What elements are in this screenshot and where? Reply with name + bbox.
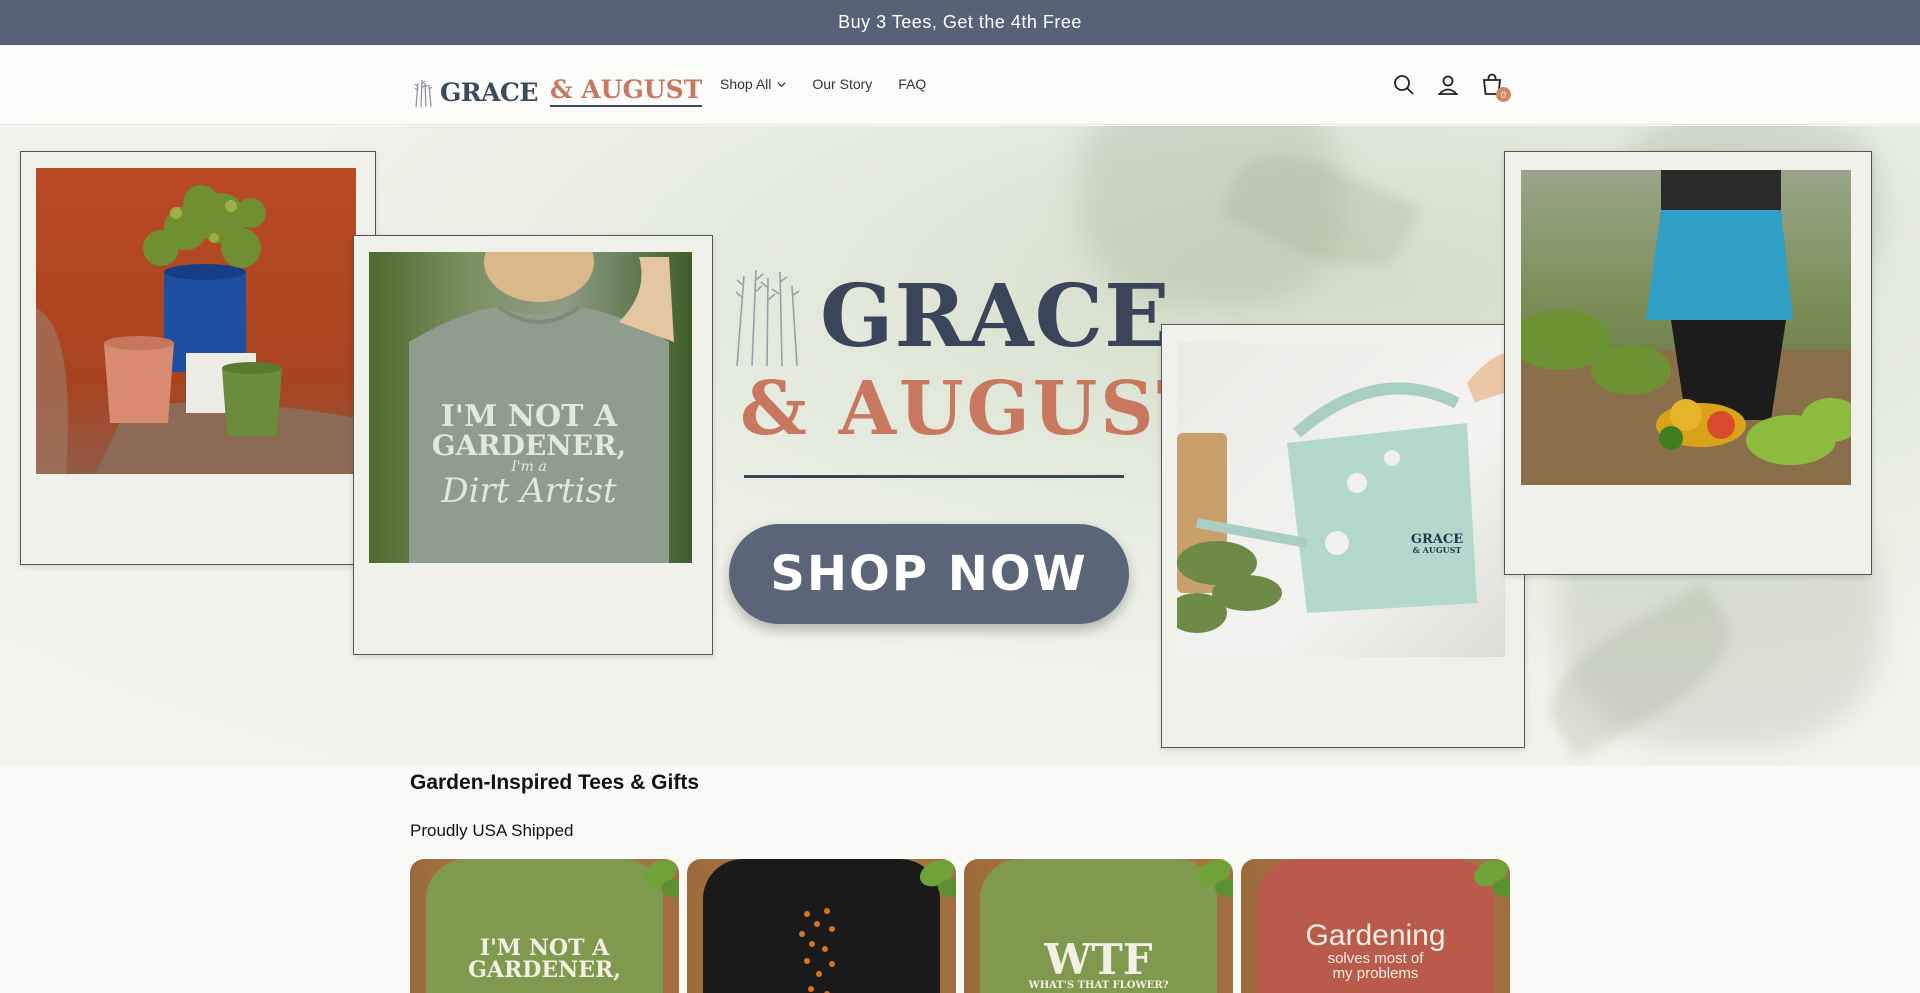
- product-print: Gardening solves most of my problems: [1241, 919, 1510, 982]
- announcement-bar: Buy 3 Tees, Get the 4th Free: [0, 0, 1920, 45]
- main-nav: Shop All Our Story FAQ: [720, 76, 926, 92]
- can-print: GRACE & AUGUST: [1392, 533, 1482, 554]
- product-card[interactable]: WTF WHAT'S THAT FLOWER?: [964, 859, 1233, 993]
- chevron-down-icon: [777, 81, 786, 87]
- hero-logo-underline: [744, 475, 1124, 478]
- product-print-line: GARDENER,: [468, 957, 621, 983]
- polaroid-harvest: [1504, 151, 1872, 575]
- leaf-decoration-icon: [642, 859, 679, 897]
- announcement-text: Buy 3 Tees, Get the 4th Free: [838, 12, 1082, 32]
- search-icon[interactable]: [1392, 73, 1416, 97]
- section-subtitle: Proudly USA Shipped: [410, 821, 574, 840]
- tee-print-line1: I'M NOT A: [440, 399, 618, 434]
- cart-button[interactable]: 0: [1480, 73, 1511, 102]
- leaf-decoration-icon: [1196, 859, 1233, 897]
- tee-print: I'M NOT A GARDENER, I'm a Dirt Artist: [409, 399, 649, 511]
- nav-faq-label: FAQ: [898, 76, 927, 92]
- hero-grace-text: GRACE: [820, 266, 1171, 367]
- nav-our-story[interactable]: Our Story: [812, 76, 872, 92]
- watering-can-photo: GRACE & AUGUST: [1177, 343, 1505, 657]
- wheat-icon: [414, 79, 433, 107]
- product-print: WTF WHAT'S THAT FLOWER?: [964, 939, 1233, 991]
- section-title: Garden-Inspired Tees & Gifts: [410, 771, 700, 794]
- product-card[interactable]: [687, 859, 956, 993]
- butterfly-print-icon: [799, 908, 835, 993]
- nav-shop-all-label: Shop All: [720, 76, 772, 92]
- shop-now-button[interactable]: SHOP NOW: [729, 524, 1129, 624]
- polaroid-watering-can: GRACE & AUGUST: [1161, 324, 1525, 748]
- polaroid-tee: I'M NOT A GARDENER, I'm a Dirt Artist: [353, 235, 713, 655]
- product-print-line: solves most of: [1327, 950, 1424, 967]
- product-card[interactable]: Gardening solves most of my problems: [1241, 859, 1510, 993]
- tee-print-line2: GARDENER,: [431, 429, 627, 462]
- cart-count-badge: 0: [1496, 87, 1511, 102]
- account-icon[interactable]: [1436, 73, 1460, 97]
- hero-logo: GRACE & AUGUST: [722, 266, 1212, 466]
- product-print-line: I'M NOT A: [479, 935, 610, 961]
- site-logo[interactable]: GRACE & AUGUST: [410, 67, 703, 107]
- product-print-line: my problems: [1332, 965, 1419, 982]
- can-print-line2: & AUGUST: [1412, 545, 1462, 555]
- product-print-line: Gardening: [1305, 919, 1446, 952]
- hero-banner[interactable]: I'M NOT A GARDENER, I'm a Dirt Artist GR…: [0, 126, 1920, 766]
- product-print: I'M NOT A GARDENER,: [410, 937, 679, 981]
- product-grid: I'M NOT A GARDENER, WTF WHAT'S THAT FLOW…: [410, 859, 1510, 993]
- leaf-decoration-icon: [919, 859, 956, 897]
- planters-photo: [36, 168, 356, 474]
- logo-grace-text: GRACE: [440, 78, 538, 107]
- harvest-photo: [1521, 170, 1851, 485]
- product-print-line: WHAT'S THAT FLOWER?: [1028, 980, 1169, 991]
- nav-our-story-label: Our Story: [812, 76, 873, 92]
- product-print-line: WTF: [1044, 935, 1153, 984]
- nav-shop-all[interactable]: Shop All: [720, 76, 786, 92]
- tee-photo: I'M NOT A GARDENER, I'm a Dirt Artist: [369, 252, 692, 563]
- hero-august-text: & AUGUST: [740, 366, 1215, 452]
- header-icons: 0: [1392, 73, 1511, 102]
- hero-wheat-icon: [735, 269, 800, 366]
- tee-print-line4: Dirt Artist: [441, 471, 617, 511]
- site-header: GRACE & AUGUST Shop All Our Story FAQ 0: [0, 45, 1920, 125]
- polaroid-planters: [20, 151, 376, 565]
- logo-august-text: & AUGUST: [549, 75, 703, 107]
- product-card[interactable]: I'M NOT A GARDENER,: [410, 859, 679, 993]
- nav-faq[interactable]: FAQ: [898, 76, 926, 92]
- leaf-decoration-icon: [1473, 859, 1510, 897]
